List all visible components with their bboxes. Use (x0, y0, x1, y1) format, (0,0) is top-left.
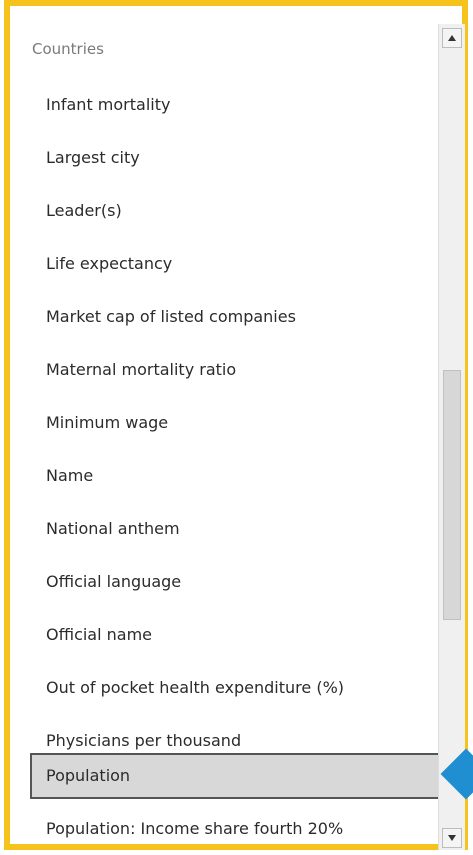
list-item-selected[interactable]: Population (30, 753, 438, 799)
scroll-up-button[interactable] (442, 28, 462, 48)
list-item[interactable]: Out of pocket health expenditure (%) (30, 665, 438, 711)
field-list: Countries Infant mortality Largest city … (20, 20, 438, 852)
group-header-countries: Countries (32, 40, 104, 58)
list-item[interactable]: Official language (30, 559, 438, 605)
triangle-up-icon (448, 35, 456, 41)
list-item[interactable]: Name (30, 453, 438, 499)
list-item[interactable]: Largest city (30, 135, 438, 181)
highlight-frame: Countries Infant mortality Largest city … (4, 0, 468, 850)
scroll-thumb[interactable] (443, 370, 461, 620)
list-item[interactable]: Life expectancy (30, 241, 438, 287)
list-item[interactable]: Official name (30, 612, 438, 658)
list-item[interactable]: National anthem (30, 506, 438, 552)
list-item[interactable]: Population: Income share fourth 20% (30, 806, 438, 852)
vertical-scrollbar[interactable] (438, 24, 465, 850)
list-item[interactable]: Market cap of listed companies (30, 294, 438, 340)
list-item[interactable]: Maternal mortality ratio (30, 347, 438, 393)
scroll-down-button[interactable] (442, 828, 462, 848)
triangle-down-icon (448, 835, 456, 841)
list-item[interactable]: Minimum wage (30, 400, 438, 446)
list-item[interactable]: Leader(s) (30, 188, 438, 234)
list-item[interactable]: Infant mortality (30, 82, 438, 128)
